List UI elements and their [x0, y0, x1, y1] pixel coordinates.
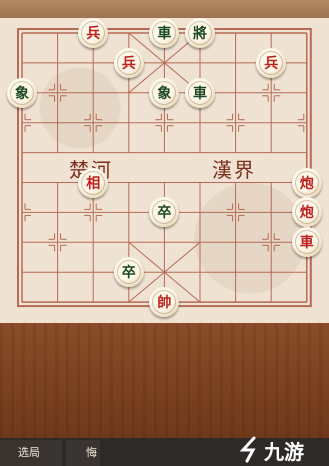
- undo-button[interactable]: 悔: [66, 440, 100, 466]
- site-watermark: 九游: [238, 430, 329, 466]
- piece-red-elephant[interactable]: 相: [78, 167, 109, 198]
- select-game-button[interactable]: 选局: [0, 440, 62, 466]
- piece-red-cannon-1[interactable]: 炮: [291, 167, 322, 198]
- piece-black-elephant-1[interactable]: 象: [7, 77, 37, 108]
- piece-red-soldier-1[interactable]: 兵: [78, 18, 109, 48]
- piece-red-soldier-2[interactable]: 兵: [113, 47, 144, 78]
- piece-black-general[interactable]: 將: [185, 18, 215, 48]
- piece-red-cannon-2[interactable]: 炮: [291, 197, 322, 228]
- river-label-han-jie: 漢界: [212, 158, 256, 182]
- xiangqi-app: 楚河 漢界 兵車將兵兵象象車相炮炮卒車卒帥 选局 悔 九游: [0, 0, 329, 466]
- jiuyou-logo-icon: [239, 436, 256, 463]
- select-game-label: 选局: [18, 446, 40, 459]
- piece-red-chariot[interactable]: 車: [291, 227, 322, 258]
- undo-label: 悔: [86, 446, 97, 459]
- piece-red-soldier-3[interactable]: 兵: [256, 47, 287, 78]
- piece-black-chariot-2[interactable]: 車: [185, 77, 215, 108]
- piece-black-soldier-2[interactable]: 卒: [113, 257, 144, 288]
- watermark-text: 九游: [264, 440, 304, 464]
- piece-black-elephant-2[interactable]: 象: [149, 77, 180, 108]
